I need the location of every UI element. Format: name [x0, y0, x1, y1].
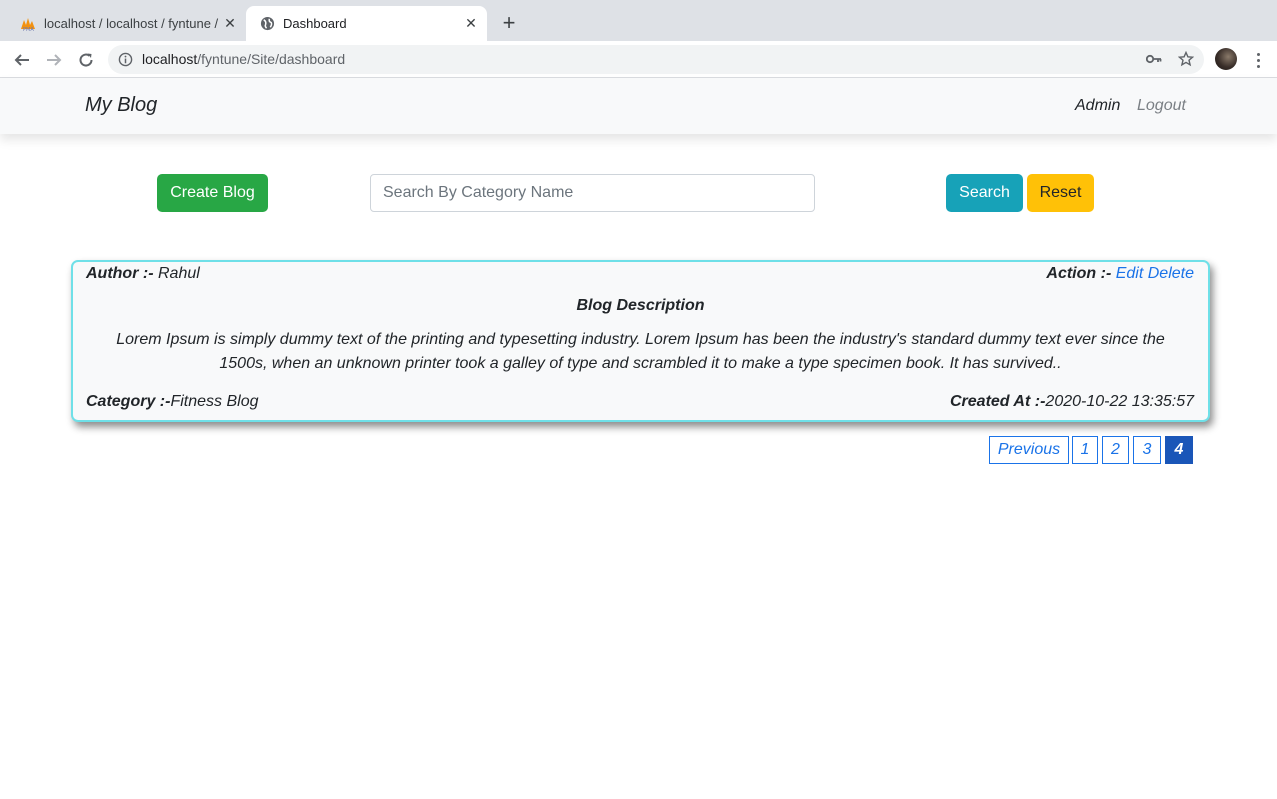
- delete-link[interactable]: Delete: [1148, 265, 1194, 282]
- browser-toolbar: localhost/fyntune/Site/dashboard: [0, 41, 1277, 78]
- action-label: Action :-: [1046, 265, 1112, 282]
- author-field: Author :- Rahul: [86, 265, 200, 283]
- pagination-page-3[interactable]: 3: [1133, 436, 1161, 464]
- pagination-previous[interactable]: Previous: [989, 436, 1069, 464]
- address-bar[interactable]: localhost/fyntune/Site/dashboard: [108, 45, 1204, 74]
- browser-tab-strip: PMA localhost / localhost / fyntune / … …: [0, 0, 1277, 41]
- pma-icon: PMA: [20, 16, 36, 32]
- url-host: localhost: [142, 51, 198, 67]
- search-input[interactable]: [370, 174, 815, 212]
- category-label: Category :-: [86, 393, 171, 410]
- created-field: Created At :-2020-10-22 13:35:57: [950, 393, 1194, 411]
- create-blog-button[interactable]: Create Blog: [157, 174, 268, 212]
- category-field: Category :-Fitness Blog: [86, 393, 259, 411]
- created-label: Created At :-: [950, 393, 1046, 410]
- browser-tab-phpmyadmin[interactable]: PMA localhost / localhost / fyntune / … …: [8, 6, 246, 41]
- reset-button[interactable]: Reset: [1027, 174, 1094, 212]
- forward-icon[interactable]: [41, 47, 67, 73]
- nav-admin-link[interactable]: Admin: [1075, 97, 1120, 115]
- pagination-page-4[interactable]: 4: [1165, 436, 1193, 464]
- description-title: Blog Description: [576, 297, 705, 314]
- blog-card: Author :- Rahul Action :- Edit Delete Bl…: [71, 260, 1210, 422]
- url-path: /fyntune/Site/dashboard: [197, 51, 346, 67]
- blog-card-footer: Category :-Fitness Blog Created At :-202…: [86, 393, 1194, 415]
- pagination-page-1[interactable]: 1: [1072, 436, 1098, 464]
- tab-title: Dashboard: [283, 16, 347, 31]
- category-value: Fitness Blog: [170, 393, 259, 410]
- author-value: Rahul: [157, 265, 200, 282]
- reload-icon[interactable]: [73, 47, 99, 73]
- profile-avatar[interactable]: [1215, 48, 1237, 70]
- tab-title: localhost / localhost / fyntune / …: [44, 16, 220, 31]
- edit-link[interactable]: Edit: [1116, 265, 1144, 282]
- star-icon[interactable]: [1177, 50, 1195, 68]
- svg-text:PMA: PMA: [23, 27, 34, 31]
- menu-icon[interactable]: [1250, 49, 1266, 71]
- pagination-page-2[interactable]: 2: [1102, 436, 1129, 464]
- nav-logout-link[interactable]: Logout: [1137, 97, 1186, 115]
- site-navbar: My Blog Admin Logout: [0, 78, 1277, 134]
- action-field: Action :- Edit Delete: [1046, 265, 1194, 283]
- back-icon[interactable]: [9, 47, 35, 73]
- url-text: localhost/fyntune/Site/dashboard: [142, 51, 345, 67]
- created-value: 2020-10-22 13:35:57: [1045, 393, 1194, 410]
- info-icon[interactable]: [118, 52, 133, 67]
- close-icon[interactable]: ✕: [220, 14, 240, 34]
- key-icon[interactable]: [1145, 50, 1163, 68]
- search-button[interactable]: Search: [946, 174, 1023, 212]
- author-label: Author :-: [86, 265, 154, 282]
- description-text: Lorem Ipsum is simply dummy text of the …: [116, 331, 1165, 372]
- globe-icon: [259, 16, 275, 32]
- brand-title[interactable]: My Blog: [85, 94, 157, 117]
- close-icon[interactable]: ✕: [461, 14, 481, 34]
- blog-card-header: Author :- Rahul Action :- Edit Delete: [86, 265, 1194, 287]
- browser-tab-dashboard[interactable]: Dashboard ✕: [246, 6, 487, 41]
- new-tab-icon[interactable]: +: [497, 10, 521, 35]
